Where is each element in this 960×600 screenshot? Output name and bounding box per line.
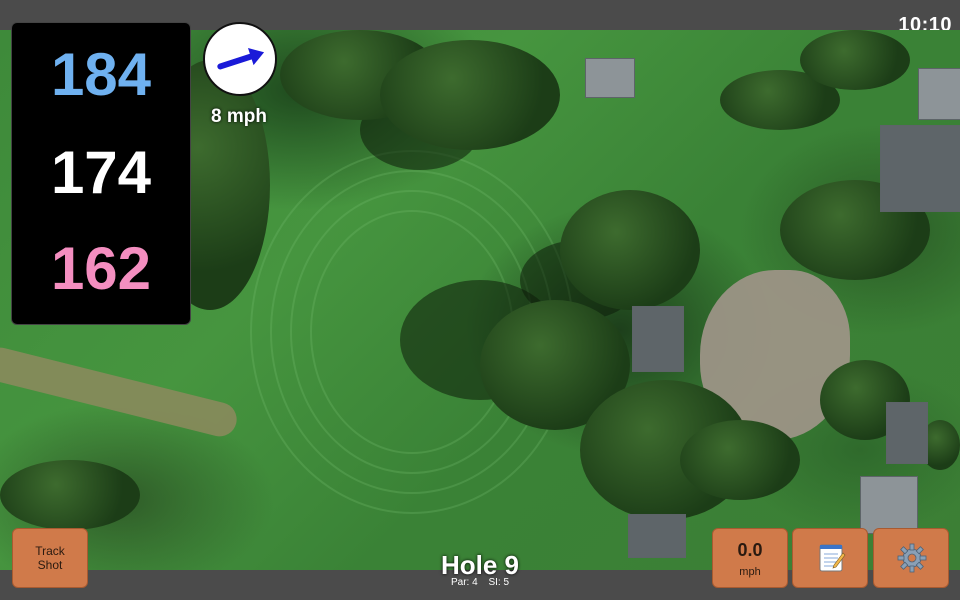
track-shot-label-line1: Track [35,544,65,558]
notes-button[interactable] [792,528,868,588]
speed-value: 0.0 [737,540,763,560]
building-roof [632,306,684,372]
distance-panel: 184 174 162 [11,22,191,325]
hole-si: SI: 5 [488,577,510,588]
tree-cluster [680,420,800,500]
gear-icon [897,543,927,573]
building-roof [628,514,686,558]
cart-path [0,344,241,440]
front-distance: 162 [50,235,152,302]
tree-cluster [0,460,140,530]
wind-arrow-icon [217,47,265,70]
track-shot-label-line2: Shot [37,558,63,572]
building-roof [886,402,928,464]
track-shot-button[interactable]: Track Shot [12,528,88,588]
tree-cluster [560,190,700,310]
hole-par: Par: 4 [450,577,478,588]
middle-distance: 174 [50,139,152,206]
notepad-icon [819,544,846,572]
settings-button[interactable] [873,528,949,588]
wind-indicator [203,22,277,96]
speed-button[interactable]: 0.0 mph [712,528,788,588]
back-distance: 184 [50,41,152,108]
building-roof [880,125,960,212]
tree-cluster [380,40,560,150]
wind-speed: 8 mph [211,106,267,127]
speed-unit: mph [739,566,761,578]
building-roof [860,476,918,534]
tree-cluster [800,30,910,90]
building-roof [585,58,635,98]
hole-info: Par: 4 SI: 5 [380,577,580,588]
building-roof [918,68,960,120]
